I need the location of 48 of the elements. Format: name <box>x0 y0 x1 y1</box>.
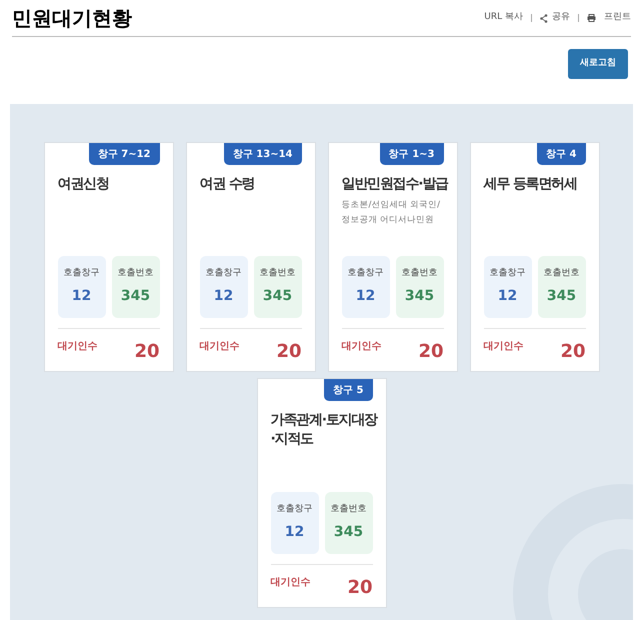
waiting-count: 20 <box>347 577 372 599</box>
window-badge: 창구 13~14 <box>224 143 302 165</box>
call-number: 345 <box>262 287 292 306</box>
call-number: 345 <box>120 287 150 306</box>
waiting-label: 대기인수 <box>270 576 310 590</box>
waiting-label: 대기인수 <box>58 340 98 354</box>
call-window-number: 12 <box>72 287 92 306</box>
share-icon <box>540 14 548 22</box>
service-title: 여권 수령 <box>200 175 256 194</box>
waiting-count: 20 <box>418 341 444 363</box>
service-title: 세무 등록면허세 <box>484 175 578 194</box>
call-number-label: 호출번호 <box>260 266 296 280</box>
window-badge: 창구 7~12 <box>88 143 160 165</box>
window-badge: 창구 1~3 <box>380 143 444 165</box>
call-number-label: 호출번호 <box>330 502 366 516</box>
refresh-button[interactable]: 새로고침 <box>568 49 628 79</box>
service-title: 일반민원접수·발급 <box>342 175 450 194</box>
call-number: 345 <box>404 287 434 306</box>
service-title: 여권신청 <box>58 175 110 194</box>
call-window-label: 호출창구 <box>348 266 384 280</box>
header-action-link[interactable]: 공유 <box>540 11 570 25</box>
waiting-count: 20 <box>560 341 586 363</box>
call-window-label: 호출창구 <box>276 502 312 516</box>
waiting-count: 20 <box>276 341 302 363</box>
call-window-number: 12 <box>356 287 376 306</box>
page-title: 민원대기현황 <box>12 5 132 32</box>
call-number-label: 호출번호 <box>544 266 580 280</box>
call-window-label: 호출창구 <box>64 266 100 280</box>
window-badge: 창구 4 <box>537 143 586 165</box>
service-title: 가족관계·토지대장·지적도 <box>270 411 378 449</box>
call-number: 345 <box>546 287 576 306</box>
waiting-label: 대기인수 <box>200 340 240 354</box>
header-action-link[interactable]: 프린트 <box>587 11 631 25</box>
waiting-count: 20 <box>134 341 160 363</box>
header-action-link[interactable]: URL 복사 <box>484 11 523 25</box>
window-badge: 창구 5 <box>324 379 372 401</box>
call-window-label: 호출창구 <box>490 266 526 280</box>
call-window-number: 12 <box>284 523 304 542</box>
waiting-label: 대기인수 <box>484 340 524 354</box>
call-number-label: 호출번호 <box>402 266 438 280</box>
call-window-number: 12 <box>498 287 518 306</box>
service-description: 등초본/선임세대 외국인/ 정보공개 어디서나민원 <box>342 199 441 227</box>
call-number: 345 <box>334 523 364 542</box>
call-number-label: 호출번호 <box>118 266 154 280</box>
print-icon <box>587 14 596 22</box>
call-window-label: 호출창구 <box>206 266 242 280</box>
call-window-number: 12 <box>214 287 234 306</box>
waiting-label: 대기인수 <box>342 340 382 354</box>
